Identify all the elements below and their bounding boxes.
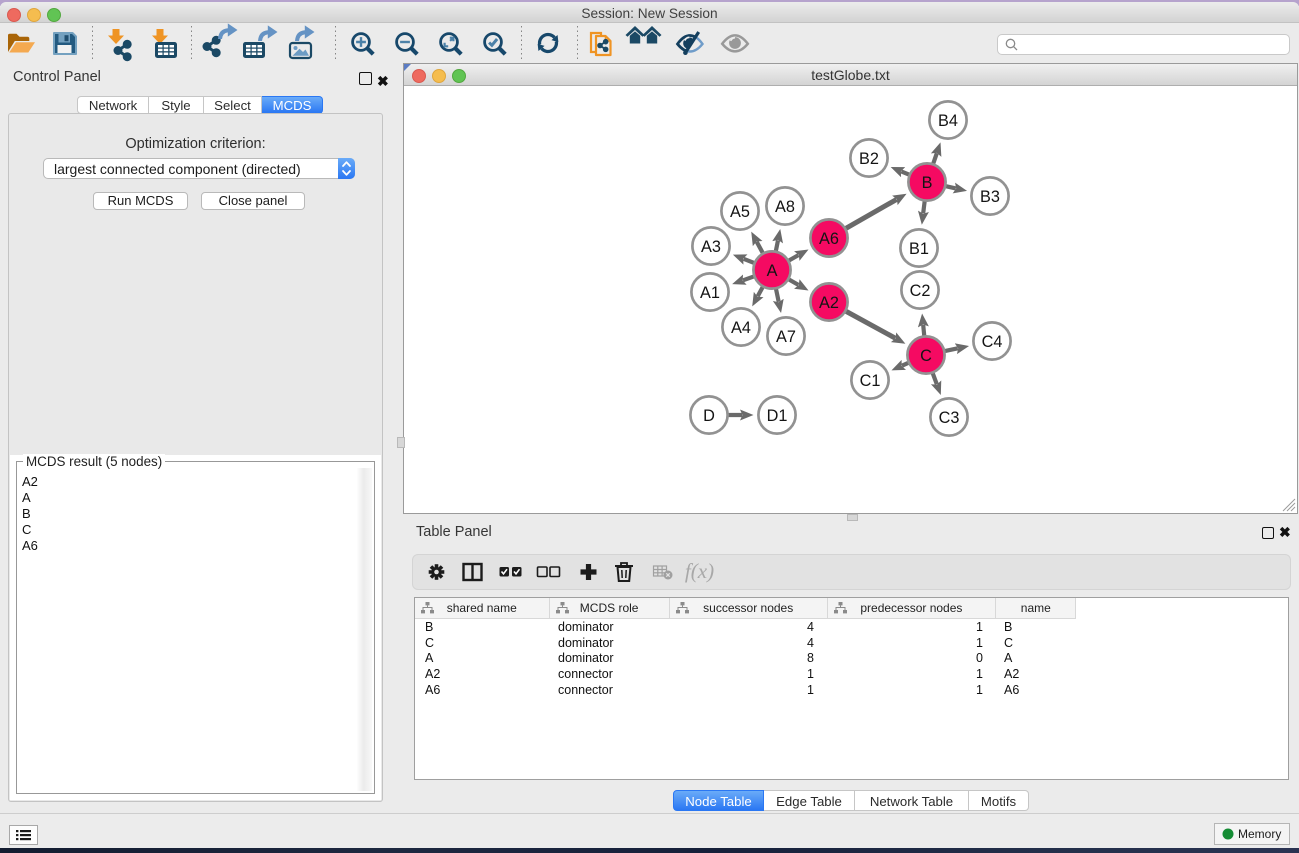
svg-text:C1: C1: [860, 372, 881, 390]
svg-text:B2: B2: [859, 150, 879, 168]
svg-text:A6: A6: [819, 230, 839, 248]
svg-text:C2: C2: [910, 282, 931, 300]
svg-text:C: C: [920, 347, 932, 365]
svg-text:A2: A2: [819, 294, 839, 312]
svg-text:D1: D1: [767, 407, 788, 425]
svg-text:A: A: [767, 262, 778, 280]
svg-text:A3: A3: [701, 238, 721, 256]
svg-text:C4: C4: [982, 333, 1003, 351]
svg-text:A7: A7: [776, 328, 796, 346]
svg-text:A1: A1: [700, 284, 720, 302]
svg-text:D: D: [703, 407, 715, 425]
svg-text:A5: A5: [730, 203, 750, 221]
svg-text:A8: A8: [775, 198, 795, 216]
svg-text:C3: C3: [939, 409, 960, 427]
svg-text:B1: B1: [909, 240, 929, 258]
svg-text:A4: A4: [731, 319, 751, 337]
svg-text:B: B: [922, 174, 933, 192]
svg-text:f(x): f(x): [685, 559, 714, 583]
svg-text:B3: B3: [980, 188, 1000, 206]
svg-text:B4: B4: [938, 112, 958, 130]
